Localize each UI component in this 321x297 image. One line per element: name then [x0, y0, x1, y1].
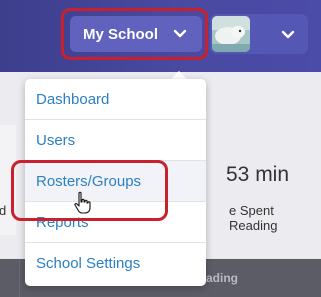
menu-caret: [171, 71, 187, 79]
highlight-outline-school-button: [61, 8, 208, 60]
hand-pointer-cursor-icon: [74, 191, 91, 214]
chevron-down-icon: [281, 30, 295, 39]
user-menu-button[interactable]: [210, 14, 308, 54]
left-stat-label-fragment: d: [0, 203, 7, 218]
avatar: [212, 16, 250, 52]
menu-item-users[interactable]: Users: [25, 120, 206, 161]
menu-item-dashboard[interactable]: Dashboard: [25, 79, 206, 120]
menu-item-label: Users: [36, 132, 76, 149]
menu-item-label: School Settings: [36, 255, 141, 272]
table-column-divider: [19, 259, 20, 297]
menu-item-school-settings[interactable]: School Settings: [25, 243, 206, 284]
menu-item-label: Dashboard: [36, 91, 110, 108]
table-column-header: ading: [206, 271, 238, 285]
time-spent-reading-value: 53 min: [226, 163, 290, 186]
time-spent-reading-label: e Spent Reading: [229, 203, 278, 233]
